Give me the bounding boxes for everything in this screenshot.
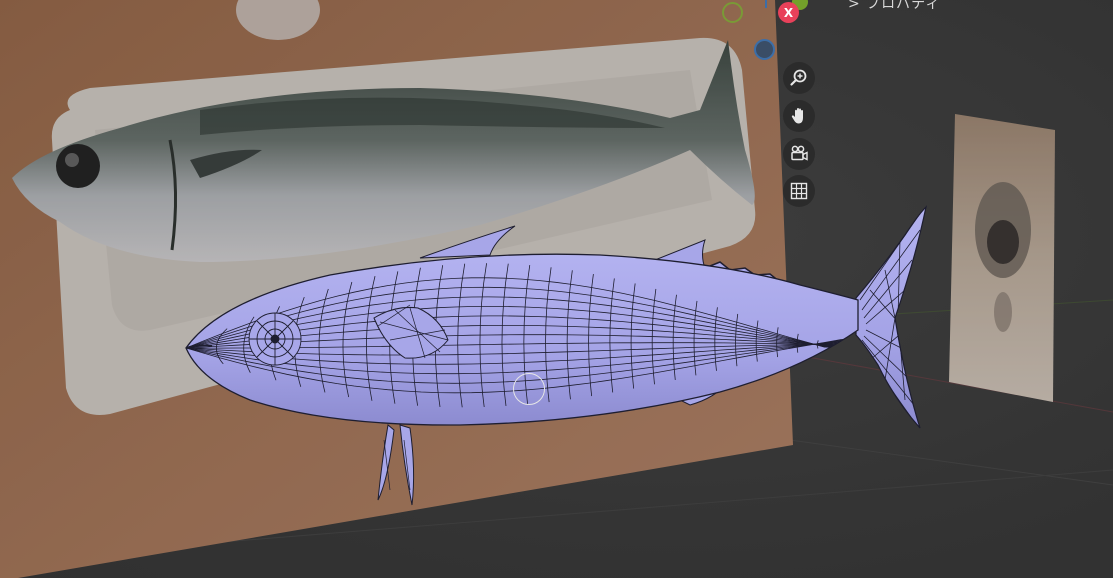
- grid-icon: [790, 182, 808, 200]
- zoom-icon: [790, 69, 807, 86]
- camera-view-button[interactable]: [783, 138, 815, 170]
- 3d-viewport[interactable]: X > プロパティ: [0, 0, 1113, 578]
- camera-icon: [791, 145, 808, 161]
- 3d-cursor: [513, 373, 545, 405]
- properties-panel-header[interactable]: > プロパティ: [848, 0, 940, 13]
- zoom-button[interactable]: [783, 62, 815, 94]
- fish-mesh-object[interactable]: [0, 0, 1113, 578]
- gizmo-z-axis-negative[interactable]: [754, 39, 775, 60]
- pan-button[interactable]: [783, 100, 815, 132]
- gizmo-x-axis[interactable]: X: [778, 2, 799, 23]
- gizmo-x-label: X: [783, 5, 794, 20]
- gizmo-z-axis-line: [765, 0, 767, 8]
- orthographic-toggle-button[interactable]: [783, 175, 815, 207]
- gizmo-y-axis-negative[interactable]: [722, 2, 743, 23]
- pan-hand-icon: [791, 108, 803, 124]
